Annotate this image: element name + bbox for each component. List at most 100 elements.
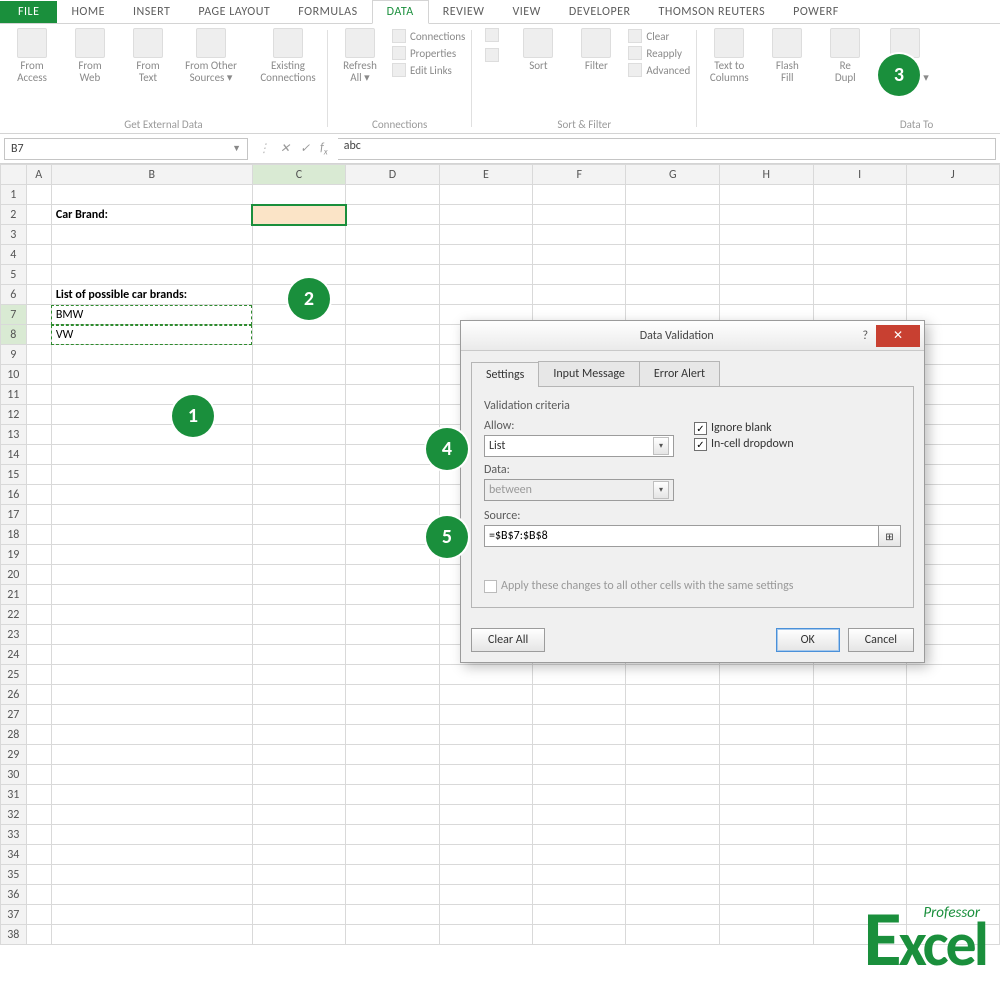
cell-B21[interactable] <box>51 585 252 605</box>
cell-F36[interactable] <box>533 885 626 905</box>
cell-F35[interactable] <box>533 865 626 885</box>
cell-G36[interactable] <box>626 885 720 905</box>
cell-C30[interactable] <box>252 765 345 785</box>
sort-button[interactable]: Sort <box>512 28 564 72</box>
cell-D37[interactable] <box>346 905 440 925</box>
cancel-icon[interactable]: ✕ <box>280 141 290 156</box>
row-header-9[interactable]: 9 <box>1 345 27 365</box>
cell-G3[interactable] <box>626 225 720 245</box>
cell-D15[interactable] <box>346 465 440 485</box>
cell-F25[interactable] <box>533 665 626 685</box>
cell-B20[interactable] <box>51 565 252 585</box>
cell-G29[interactable] <box>626 745 720 765</box>
cell-G34[interactable] <box>626 845 720 865</box>
ignore-blank-checkbox[interactable]: ✓Ignore blank <box>694 421 794 435</box>
cell-D32[interactable] <box>346 805 440 825</box>
cell-B28[interactable] <box>51 725 252 745</box>
cell-B11[interactable] <box>51 385 252 405</box>
cell-A29[interactable] <box>26 745 51 765</box>
cell-H29[interactable] <box>720 745 814 765</box>
cell-G4[interactable] <box>626 245 720 265</box>
cell-H5[interactable] <box>720 265 814 285</box>
tab-formulas[interactable]: FORMULAS <box>284 1 371 23</box>
cell-E29[interactable] <box>439 745 532 765</box>
row-header-3[interactable]: 3 <box>1 225 27 245</box>
cell-C17[interactable] <box>252 505 345 525</box>
cell-I25[interactable] <box>813 665 906 685</box>
row-header-29[interactable]: 29 <box>1 745 27 765</box>
cell-D38[interactable] <box>346 925 440 945</box>
cell-A3[interactable] <box>26 225 51 245</box>
cell-F1[interactable] <box>533 185 626 205</box>
cell-J34[interactable] <box>906 845 999 865</box>
row-header-35[interactable]: 35 <box>1 865 27 885</box>
cell-G1[interactable] <box>626 185 720 205</box>
cell-B5[interactable] <box>51 265 252 285</box>
cell-B27[interactable] <box>51 705 252 725</box>
cell-E34[interactable] <box>439 845 532 865</box>
properties-button[interactable]: Properties <box>392 46 465 60</box>
row-header-11[interactable]: 11 <box>1 385 27 405</box>
cell-B9[interactable] <box>51 345 252 365</box>
cell-F5[interactable] <box>533 265 626 285</box>
cell-A33[interactable] <box>26 825 51 845</box>
cell-J32[interactable] <box>906 805 999 825</box>
row-header-6[interactable]: 6 <box>1 285 27 305</box>
cell-H2[interactable] <box>720 205 814 225</box>
cell-E37[interactable] <box>439 905 532 925</box>
text-to-columns-button[interactable]: Text to Columns <box>703 28 755 84</box>
row-header-27[interactable]: 27 <box>1 705 27 725</box>
cell-A7[interactable] <box>26 305 51 325</box>
cell-H36[interactable] <box>720 885 814 905</box>
cell-C27[interactable] <box>252 705 345 725</box>
cell-A28[interactable] <box>26 725 51 745</box>
cell-D6[interactable] <box>346 285 440 305</box>
cell-E36[interactable] <box>439 885 532 905</box>
cell-A30[interactable] <box>26 765 51 785</box>
range-picker-icon[interactable]: ⊞ <box>879 525 901 547</box>
row-header-28[interactable]: 28 <box>1 725 27 745</box>
row-header-20[interactable]: 20 <box>1 565 27 585</box>
cell-C35[interactable] <box>252 865 345 885</box>
cell-C18[interactable] <box>252 525 345 545</box>
cell-A17[interactable] <box>26 505 51 525</box>
cell-G27[interactable] <box>626 705 720 725</box>
cell-G38[interactable] <box>626 925 720 945</box>
cell-I1[interactable] <box>813 185 906 205</box>
existing-connections-button[interactable]: Existing Connections <box>255 28 321 84</box>
cell-G30[interactable] <box>626 765 720 785</box>
col-header-B[interactable]: B <box>51 165 252 185</box>
row-header-5[interactable]: 5 <box>1 265 27 285</box>
fx-icon[interactable]: fx <box>320 140 328 157</box>
tab-view[interactable]: VIEW <box>498 1 554 23</box>
tab-review[interactable]: REVIEW <box>429 1 499 23</box>
cell-D21[interactable] <box>346 585 440 605</box>
cell-D5[interactable] <box>346 265 440 285</box>
row-header-25[interactable]: 25 <box>1 665 27 685</box>
cell-A26[interactable] <box>26 685 51 705</box>
tab-thomson-reuters[interactable]: THOMSON REUTERS <box>645 1 780 23</box>
cell-F32[interactable] <box>533 805 626 825</box>
tab-data[interactable]: DATA <box>372 0 429 24</box>
cell-E38[interactable] <box>439 925 532 945</box>
cell-E25[interactable] <box>439 665 532 685</box>
cell-D19[interactable] <box>346 545 440 565</box>
cell-G28[interactable] <box>626 725 720 745</box>
cell-B30[interactable] <box>51 765 252 785</box>
cell-J3[interactable] <box>906 225 999 245</box>
cell-J35[interactable] <box>906 865 999 885</box>
cell-E2[interactable] <box>439 205 532 225</box>
cell-A20[interactable] <box>26 565 51 585</box>
cell-B25[interactable] <box>51 665 252 685</box>
cell-E26[interactable] <box>439 685 532 705</box>
reapply-button[interactable]: Reapply <box>628 46 690 60</box>
cell-D3[interactable] <box>346 225 440 245</box>
cell-B15[interactable] <box>51 465 252 485</box>
close-icon[interactable]: ✕ <box>876 325 920 347</box>
row-header-10[interactable]: 10 <box>1 365 27 385</box>
cell-C9[interactable] <box>252 345 345 365</box>
row-header-34[interactable]: 34 <box>1 845 27 865</box>
cancel-button[interactable]: Cancel <box>848 628 914 652</box>
col-header-F[interactable]: F <box>533 165 626 185</box>
cell-I2[interactable] <box>813 205 906 225</box>
